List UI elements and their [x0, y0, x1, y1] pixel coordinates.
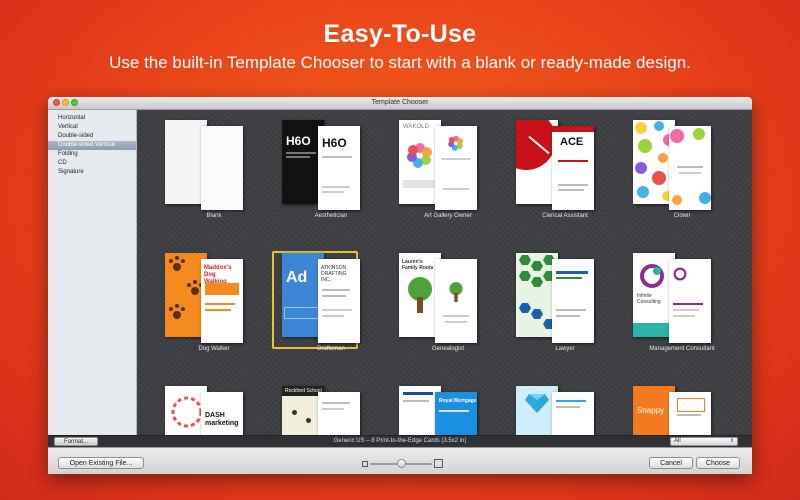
- template-label: Blank: [206, 213, 222, 219]
- template-dog-walker[interactable]: Maddox's Dog Walking Dog Walker: [149, 243, 249, 363]
- ring-logo: [640, 264, 664, 288]
- template-label: Dog Walker: [198, 346, 230, 352]
- template-thumbnail: Rockford School: [280, 386, 362, 435]
- template-jeweler[interactable]: [500, 376, 600, 435]
- zoom-slider-knob[interactable]: [396, 459, 406, 468]
- template-thumbnail: ACE: [514, 120, 596, 210]
- card-brand-text: Lauren's Family Roots: [402, 259, 434, 271]
- template-label: Clown: [673, 213, 691, 219]
- template-management-consultant[interactable]: Infinite Consulting Management Consultan…: [617, 243, 717, 363]
- paper-size-status: Generic US – 8 Print-to-the-Edge Cards (…: [333, 438, 467, 444]
- sidebar-item-folding[interactable]: Folding: [48, 150, 136, 159]
- template-thumbnail: DASH marketing: [163, 386, 245, 435]
- dialog-footer: Open Existing File... Cancel Choose: [48, 447, 752, 474]
- template-art-gallery-owner[interactable]: WAKOLD Art Gallery Owner: [383, 110, 483, 230]
- choose-button[interactable]: Choose: [696, 457, 740, 469]
- sidebar-item-horizontal[interactable]: Horizontal: [48, 114, 136, 123]
- category-sidebar: Horizontal Vertical Double-sided Double-…: [48, 110, 137, 435]
- card-brand-text: Infinite Consulting: [637, 293, 661, 305]
- window-title: Template Chooser: [371, 99, 429, 106]
- flower-logo: [448, 135, 464, 151]
- tree-icon: [449, 282, 463, 302]
- sidebar-item-signature[interactable]: Signature: [48, 168, 136, 177]
- cancel-button[interactable]: Cancel: [649, 457, 693, 469]
- card-brand-text: Ad: [286, 269, 308, 286]
- card-brand-text: WAKOLD: [403, 124, 429, 130]
- template-label: Lawyer: [555, 346, 575, 352]
- template-label: Art Gallery Owner: [424, 213, 472, 219]
- template-genealogist[interactable]: Lauren's Family Roots Genealogist: [383, 243, 483, 363]
- template-thumbnail: [631, 120, 713, 210]
- chevron-updown-icon: ⇕: [729, 438, 734, 444]
- promo-headline: Easy-To-Use: [323, 20, 477, 48]
- template-draftsman[interactable]: Ad ATKINSON DRAFTING INC. Draftsman: [266, 243, 366, 363]
- card-brand-text: DASH marketing: [205, 412, 239, 427]
- flower-logo: [407, 143, 432, 168]
- promo-subline: Use the built-in Template Chooser to sta…: [109, 53, 691, 72]
- template-aesthetician[interactable]: H6O H6O Aesthetician: [266, 110, 366, 230]
- template-dash-marketing[interactable]: DASH marketing: [149, 376, 249, 435]
- template-snappy[interactable]: Snappy: [617, 376, 717, 435]
- template-grid: Blank H6O H6O Aesthetician WAKOLD Art Ga…: [137, 110, 752, 435]
- sidebar-item-cd[interactable]: CD: [48, 159, 136, 168]
- template-label: Clerical Assistant: [542, 213, 588, 219]
- open-existing-file-button[interactable]: Open Existing File...: [58, 457, 144, 469]
- template-blank[interactable]: Blank: [149, 110, 249, 230]
- sidebar-item-double-sided[interactable]: Double-sided: [48, 132, 136, 141]
- template-rockford-school[interactable]: Rockford School: [266, 376, 366, 435]
- diamond-icon: [525, 394, 549, 413]
- template-chooser-window: Template Chooser Horizontal Vertical Dou…: [48, 97, 752, 474]
- filter-value: All: [674, 438, 681, 444]
- card-brand-text: Rockford School: [285, 388, 322, 394]
- card-brand-text: H6O: [322, 136, 347, 150]
- template-thumbnail: [514, 386, 596, 435]
- template-thumbnail: WAKOLD: [397, 120, 479, 210]
- card-brand-text: Royal Mortgage: [439, 398, 477, 404]
- template-thumbnail: Infinite Consulting: [631, 253, 713, 343]
- template-label: Draftsman: [317, 346, 345, 352]
- template-thumbnail: Ad ATKINSON DRAFTING INC.: [280, 253, 362, 343]
- template-lawyer[interactable]: Lawyer: [500, 243, 600, 363]
- template-royal-mortgage[interactable]: Royal Mortgage: [383, 376, 483, 435]
- template-thumbnail: H6O H6O: [280, 120, 362, 210]
- sidebar-item-double-sided-vertical[interactable]: Double-sided Vertical: [48, 141, 136, 150]
- tree-icon: [408, 277, 432, 313]
- template-clerical-assistant[interactable]: ACE Clerical Assistant: [500, 110, 600, 230]
- large-thumbnail-icon: [434, 459, 443, 468]
- card-company-text: ATKINSON DRAFTING INC.: [321, 265, 347, 283]
- chooser-bottom-bar: Generic US – 8 Print-to-the-Edge Cards (…: [48, 435, 752, 447]
- card-brand-text: ACE: [560, 136, 584, 148]
- card-brand-text: H6O: [286, 134, 311, 148]
- polka-dots: [670, 128, 711, 205]
- ring-logo: [673, 267, 687, 281]
- sidebar-item-vertical[interactable]: Vertical: [48, 123, 136, 132]
- template-thumbnail: [514, 253, 596, 343]
- title-bar[interactable]: Template Chooser: [48, 97, 752, 110]
- small-thumbnail-icon: [362, 461, 368, 467]
- template-thumbnail: Royal Mortgage: [397, 386, 479, 435]
- template-clown[interactable]: Clown: [617, 110, 717, 230]
- template-thumbnail: Lauren's Family Roots: [397, 253, 479, 343]
- filter-popup[interactable]: All ⇕: [670, 437, 738, 446]
- template-label: Management Consultant: [649, 346, 715, 352]
- format-button[interactable]: Format...: [54, 437, 98, 446]
- template-label: Genealogist: [431, 346, 465, 352]
- template-label: Aesthetician: [314, 213, 348, 219]
- template-thumbnail: Snappy: [631, 386, 713, 435]
- template-thumbnail: Maddox's Dog Walking: [163, 253, 245, 343]
- template-thumbnail: [163, 120, 245, 210]
- card-brand-text: Snappy: [637, 406, 665, 415]
